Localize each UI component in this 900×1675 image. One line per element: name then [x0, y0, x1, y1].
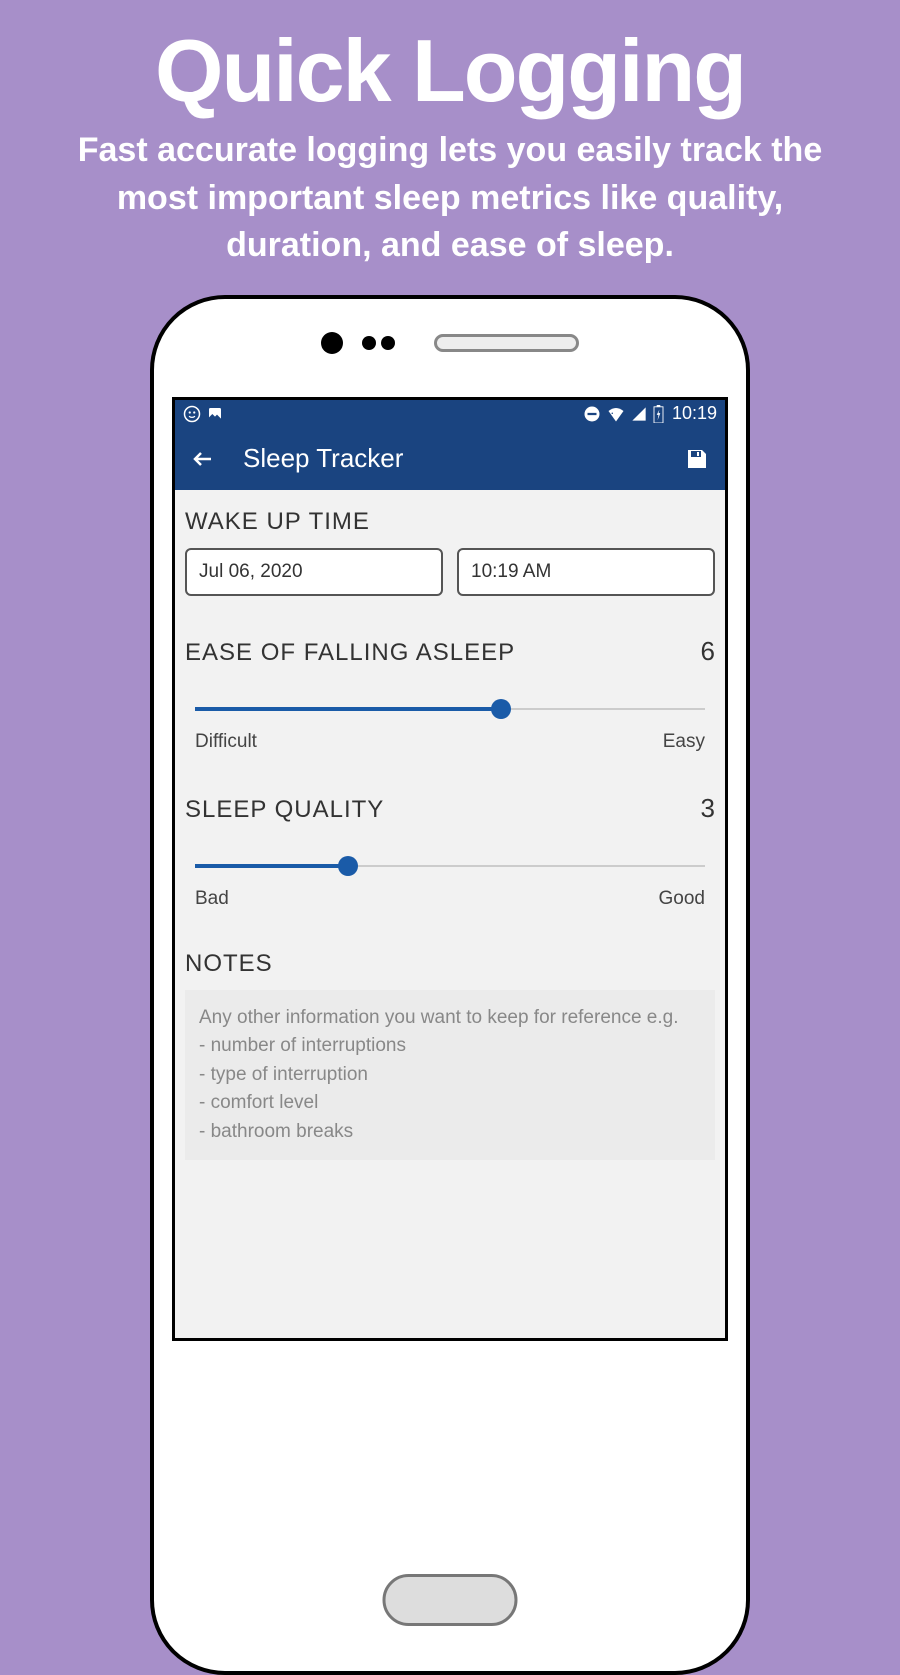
status-time: 10:19 — [672, 403, 717, 424]
quality-min-label: Bad — [195, 888, 229, 910]
save-button[interactable] — [685, 447, 709, 471]
ease-max-label: Easy — [663, 731, 705, 753]
back-button[interactable] — [191, 447, 215, 471]
ease-label: EASE OF FALLING ASLEEP — [185, 639, 515, 667]
notes-input[interactable]: Any other information you want to keep f… — [185, 990, 715, 1161]
screen: 10:19 Sleep Tracker WAKE UP TIME Jul 06,… — [172, 397, 728, 1341]
date-input[interactable]: Jul 06, 2020 — [185, 548, 443, 596]
promo-title: Quick Logging — [60, 20, 840, 122]
quality-value: 3 — [701, 793, 715, 824]
ease-section: EASE OF FALLING ASLEEP 6 Difficult Easy — [185, 636, 715, 753]
wifi-icon — [607, 406, 625, 422]
content-area: WAKE UP TIME Jul 06, 2020 10:19 AM EASE … — [175, 490, 725, 1338]
app-title: Sleep Tracker — [243, 443, 403, 474]
signal-icon — [631, 406, 647, 422]
quality-label: SLEEP QUALITY — [185, 796, 384, 824]
time-input[interactable]: 10:19 AM — [457, 548, 715, 596]
notes-label: NOTES — [185, 950, 715, 978]
slider-thumb-icon[interactable] — [338, 856, 358, 876]
quality-max-label: Good — [659, 888, 705, 910]
phone-frame: 10:19 Sleep Tracker WAKE UP TIME Jul 06,… — [150, 295, 750, 1675]
gallery-icon — [207, 406, 223, 422]
dnd-icon — [583, 405, 601, 423]
app-bar: Sleep Tracker — [175, 428, 725, 490]
quality-slider[interactable] — [195, 856, 705, 876]
quality-section: SLEEP QUALITY 3 Bad Good — [185, 793, 715, 910]
speaker-icon — [434, 334, 579, 352]
phone-hardware — [172, 329, 728, 357]
slider-thumb-icon[interactable] — [491, 699, 511, 719]
status-bar: 10:19 — [175, 400, 725, 428]
promo-subtitle: Fast accurate logging lets you easily tr… — [60, 127, 840, 270]
app-notify-icon — [183, 405, 201, 423]
sensor-icon — [362, 336, 395, 350]
wake-label: WAKE UP TIME — [185, 508, 715, 536]
promo-header: Quick Logging Fast accurate logging lets… — [0, 0, 900, 280]
ease-min-label: Difficult — [195, 731, 257, 753]
battery-icon — [653, 405, 664, 423]
camera-icon — [321, 332, 343, 354]
ease-slider[interactable] — [195, 699, 705, 719]
ease-value: 6 — [701, 636, 715, 667]
